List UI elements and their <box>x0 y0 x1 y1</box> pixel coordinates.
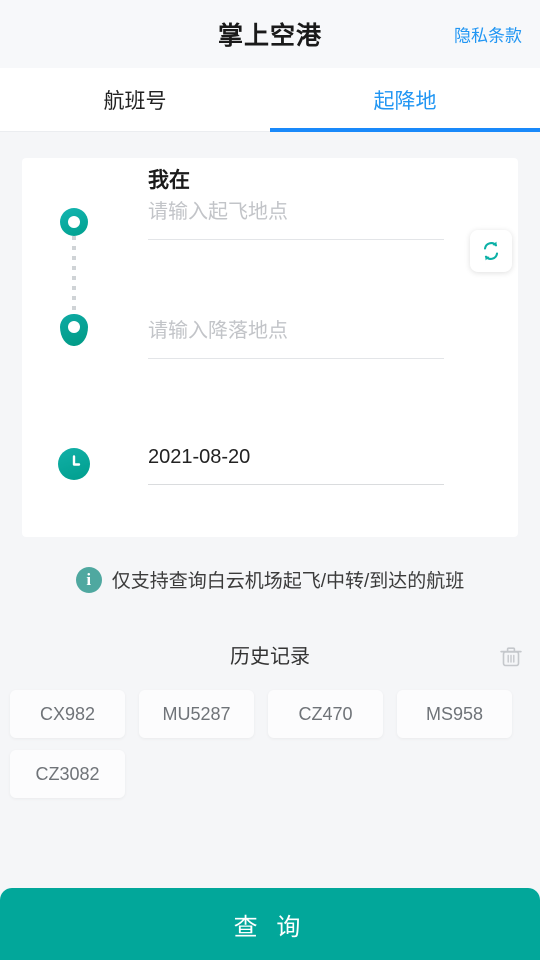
arrival-field-group: 请输入降落地点 <box>148 318 444 359</box>
history-title: 历史记录 <box>230 646 310 668</box>
history-chip[interactable]: CZ3082 <box>10 750 125 798</box>
search-button[interactable]: 查 询 <box>0 888 540 960</box>
info-icon: i <box>75 566 102 593</box>
date-field-group: 2021-08-20 <box>148 444 444 485</box>
departure-label: 我在 <box>148 169 190 192</box>
arrival-pin-icon <box>60 314 88 346</box>
tab-route[interactable]: 起降地 <box>270 68 540 131</box>
route-rail <box>52 202 96 348</box>
departure-input[interactable]: 请输入起飞地点 <box>148 199 444 241</box>
clock-icon <box>58 448 90 480</box>
tab-bar: 航班号 起降地 <box>0 68 540 132</box>
route-connector-dotted-line <box>72 236 76 314</box>
history-chip[interactable]: MU5287 <box>139 690 254 738</box>
support-notice: i 仅支持查询白云机场起飞/中转/到达的航班 <box>0 566 540 593</box>
history-chip[interactable]: MS958 <box>397 690 512 738</box>
privacy-policy-link[interactable]: 隐私条款 <box>454 22 522 47</box>
history-header: 历史记录 <box>0 640 540 674</box>
search-form-card: 我在 请输入起飞地点 请输入降落地点 2021-08-20 <box>22 158 518 537</box>
support-notice-text: 仅支持查询白云机场起飞/中转/到达的航班 <box>111 571 465 592</box>
departure-ring-icon <box>60 208 88 236</box>
history-chip[interactable]: CX982 <box>10 690 125 738</box>
swap-arrows-icon <box>483 241 499 261</box>
departure-field-group: 我在 请输入起飞地点 <box>148 168 444 241</box>
clear-history-button[interactable] <box>496 642 526 672</box>
page-title: 掌上空港 <box>217 22 322 50</box>
history-chip[interactable]: CZ470 <box>268 690 383 738</box>
swap-locations-button[interactable] <box>470 230 512 272</box>
trash-icon <box>500 647 522 667</box>
app-header: 掌上空港 隐私条款 <box>0 0 540 68</box>
arrival-input[interactable]: 请输入降落地点 <box>148 318 444 359</box>
clock-hands-icon <box>72 455 81 466</box>
tab-active-indicator <box>270 128 540 132</box>
history-chip-list: CX982 MU5287 CZ470 MS958 CZ3082 <box>10 690 530 798</box>
tab-flight-number[interactable]: 航班号 <box>0 68 270 131</box>
date-input[interactable]: 2021-08-20 <box>148 444 444 485</box>
